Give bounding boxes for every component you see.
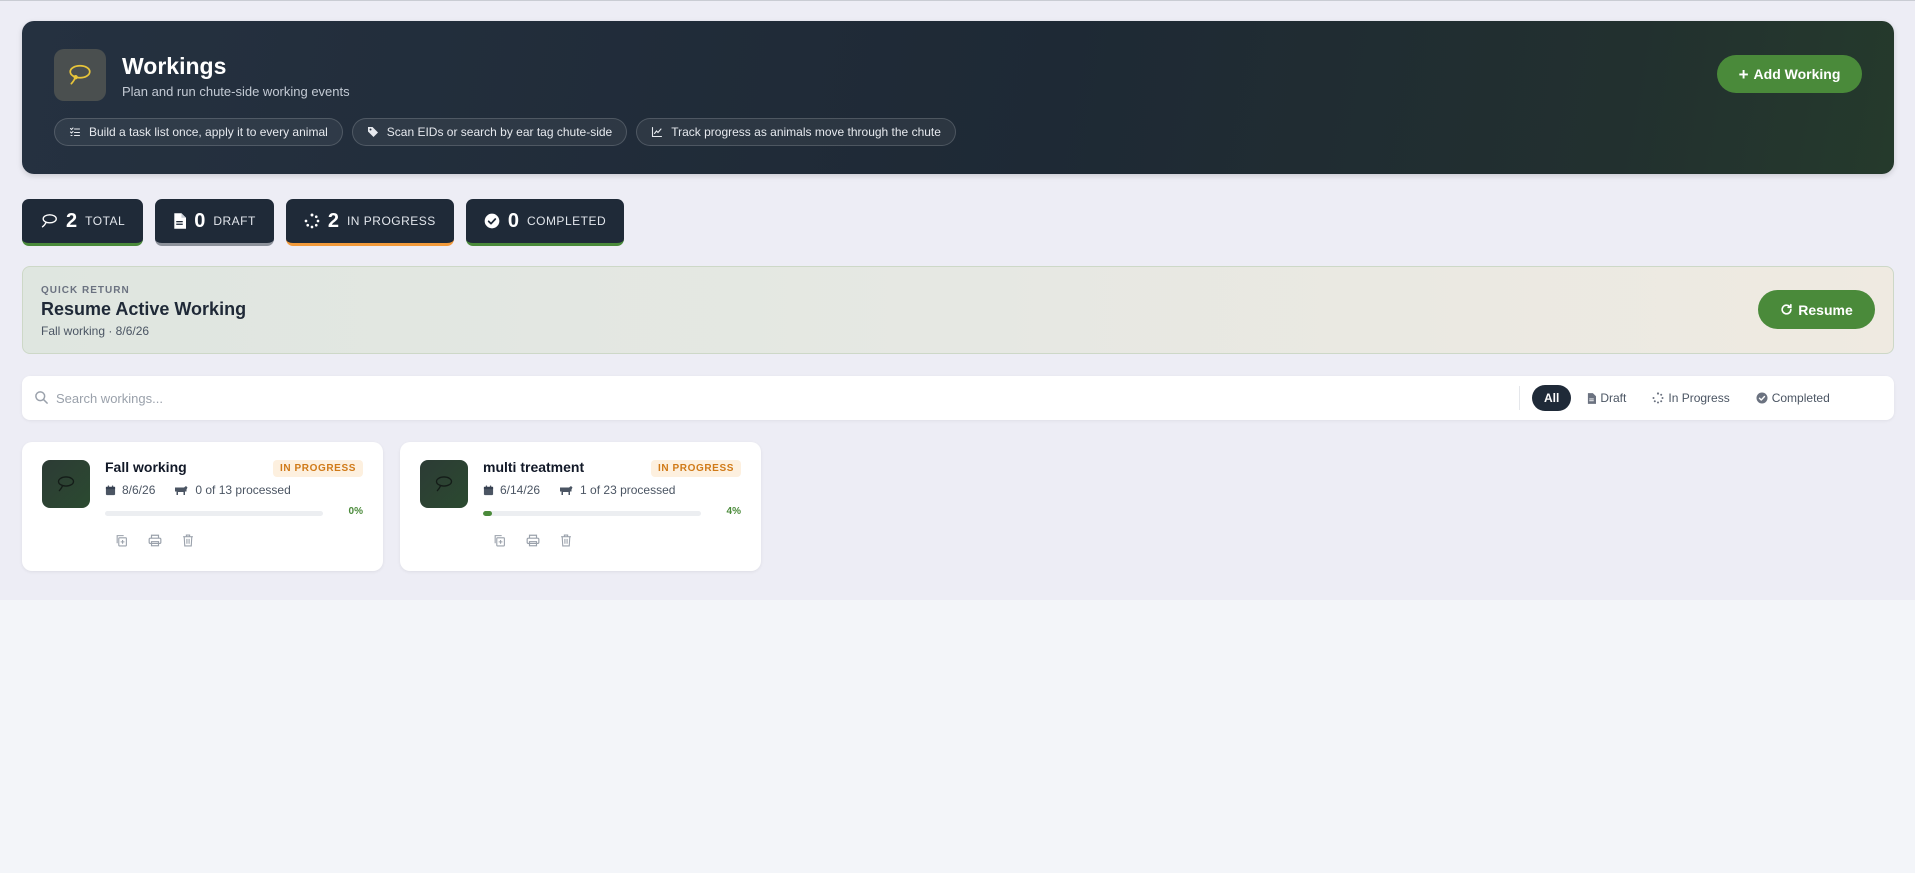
calendar-icon — [483, 484, 494, 495]
progress-percent: 0% — [348, 506, 363, 517]
working-card[interactable]: Fall working IN PROGRESS 8/6/26 0 of 13 … — [22, 442, 383, 571]
stat-total-label: TOTAL — [85, 214, 126, 228]
filter-completed-label: Completed — [1771, 391, 1830, 405]
filter-in-progress[interactable]: In Progress — [1642, 385, 1739, 411]
status-badge: IN PROGRESS — [650, 460, 741, 477]
resume-label: Resume — [1798, 301, 1853, 318]
working-date: 6/14/26 — [500, 483, 541, 497]
trash-icon — [182, 534, 193, 547]
refresh-icon — [1781, 303, 1792, 315]
stat-total[interactable]: 2 TOTAL — [22, 199, 144, 246]
plus-icon: + — [1738, 64, 1749, 84]
filter-completed[interactable]: Completed — [1746, 385, 1840, 411]
add-working-label: Add Working — [1753, 66, 1841, 82]
chart-line-icon — [652, 126, 663, 138]
progress-bar — [105, 511, 323, 516]
cow-icon — [175, 485, 188, 495]
page-header: Workings Plan and run chute-side working… — [22, 21, 1894, 174]
lasso-icon — [41, 214, 57, 228]
stat-in-progress[interactable]: 2 IN PROGRESS — [285, 199, 454, 246]
stat-draft-value: 0 — [194, 209, 206, 232]
feature-chips: Build a task list once, apply it to ever… — [54, 118, 956, 146]
document-icon — [1588, 392, 1597, 404]
working-name: multi treatment — [483, 459, 585, 475]
stat-completed[interactable]: 0 COMPLETED — [465, 199, 625, 246]
search-divider — [1519, 386, 1520, 410]
quick-return-title: Resume Active Working — [41, 299, 247, 319]
working-meta: 8/6/26 0 of 13 processed — [105, 483, 291, 497]
document-icon — [174, 213, 187, 229]
filter-in-progress-label: In Progress — [1668, 391, 1730, 405]
feature-chip-track: Track progress as animals move through t… — [636, 118, 956, 146]
working-processed: 0 of 13 processed — [195, 483, 291, 497]
status-badge: IN PROGRESS — [272, 460, 363, 477]
search-input[interactable] — [56, 384, 1526, 412]
stat-draft-label: DRAFT — [213, 214, 256, 228]
working-date: 8/6/26 — [122, 483, 156, 497]
working-processed: 1 of 23 processed — [580, 483, 676, 497]
print-icon — [148, 534, 161, 547]
print-icon — [526, 534, 539, 547]
quick-return-subtitle: Fall working · 8/6/26 — [41, 324, 150, 338]
check-circle-icon — [484, 213, 500, 229]
duplicate-button[interactable] — [112, 531, 131, 550]
delete-button[interactable] — [178, 531, 197, 550]
checklist-icon — [69, 127, 81, 137]
stat-completed-value: 0 — [507, 209, 519, 232]
tag-icon — [367, 127, 378, 137]
add-working-button[interactable]: + Add Working — [1717, 55, 1862, 93]
search-filter-bar: All Draft In Progress Completed — [22, 376, 1894, 420]
duplicate-button[interactable] — [490, 531, 509, 550]
filter-draft-label: Draft — [1600, 391, 1627, 405]
feature-chip-scan: Scan EIDs or search by ear tag chute-sid… — [351, 118, 628, 146]
cow-icon — [560, 485, 573, 495]
status-filters: All Draft In Progress Completed — [1532, 385, 1840, 411]
delete-button[interactable] — [556, 531, 575, 550]
search-icon — [35, 391, 48, 404]
spinner-icon — [1652, 392, 1664, 404]
stat-in-progress-label: IN PROGRESS — [346, 214, 436, 228]
print-button[interactable] — [523, 531, 542, 550]
page-subtitle: Plan and run chute-side working events — [122, 84, 350, 99]
stat-completed-label: COMPLETED — [526, 214, 607, 228]
resume-button[interactable]: Resume — [1758, 290, 1875, 329]
duplicate-icon — [494, 535, 505, 547]
lasso-icon — [420, 460, 468, 508]
spinner-icon — [304, 213, 320, 229]
filter-draft[interactable]: Draft — [1577, 385, 1636, 411]
working-card[interactable]: multi treatment IN PROGRESS 6/14/26 1 of… — [400, 442, 761, 571]
trash-icon — [560, 534, 571, 547]
calendar-icon — [105, 484, 116, 495]
print-button[interactable] — [145, 531, 164, 550]
check-circle-icon — [1756, 392, 1768, 404]
page-title: Workings — [122, 53, 227, 79]
filter-all[interactable]: All — [1532, 385, 1572, 411]
working-meta: 6/14/26 1 of 23 processed — [483, 483, 675, 497]
quick-return-kicker: QUICK RETURN — [41, 285, 130, 296]
stats-row: 2 TOTAL 0 DRAFT 2 IN PROGRESS 0 COMPLETE… — [22, 199, 625, 246]
working-name: Fall working — [105, 459, 187, 475]
progress-fill — [483, 511, 492, 516]
lasso-icon — [42, 460, 90, 508]
card-actions — [490, 531, 575, 550]
progress-percent: 4% — [726, 506, 741, 517]
progress-bar — [483, 511, 701, 516]
duplicate-icon — [116, 535, 127, 547]
stat-draft[interactable]: 0 DRAFT — [155, 199, 274, 246]
feature-chip-label: Build a task list once, apply it to ever… — [89, 125, 328, 139]
lasso-icon — [54, 49, 106, 101]
filter-all-label: All — [1544, 391, 1560, 405]
stat-total-value: 2 — [66, 209, 78, 232]
feature-chip-label: Scan EIDs or search by ear tag chute-sid… — [386, 125, 613, 139]
card-actions — [112, 531, 197, 550]
stat-in-progress-value: 2 — [327, 209, 339, 232]
quick-return-banner: QUICK RETURN Resume Active Working Fall … — [22, 266, 1894, 354]
feature-chip-tasklist: Build a task list once, apply it to ever… — [54, 118, 343, 146]
feature-chip-label: Track progress as animals move through t… — [671, 125, 941, 139]
